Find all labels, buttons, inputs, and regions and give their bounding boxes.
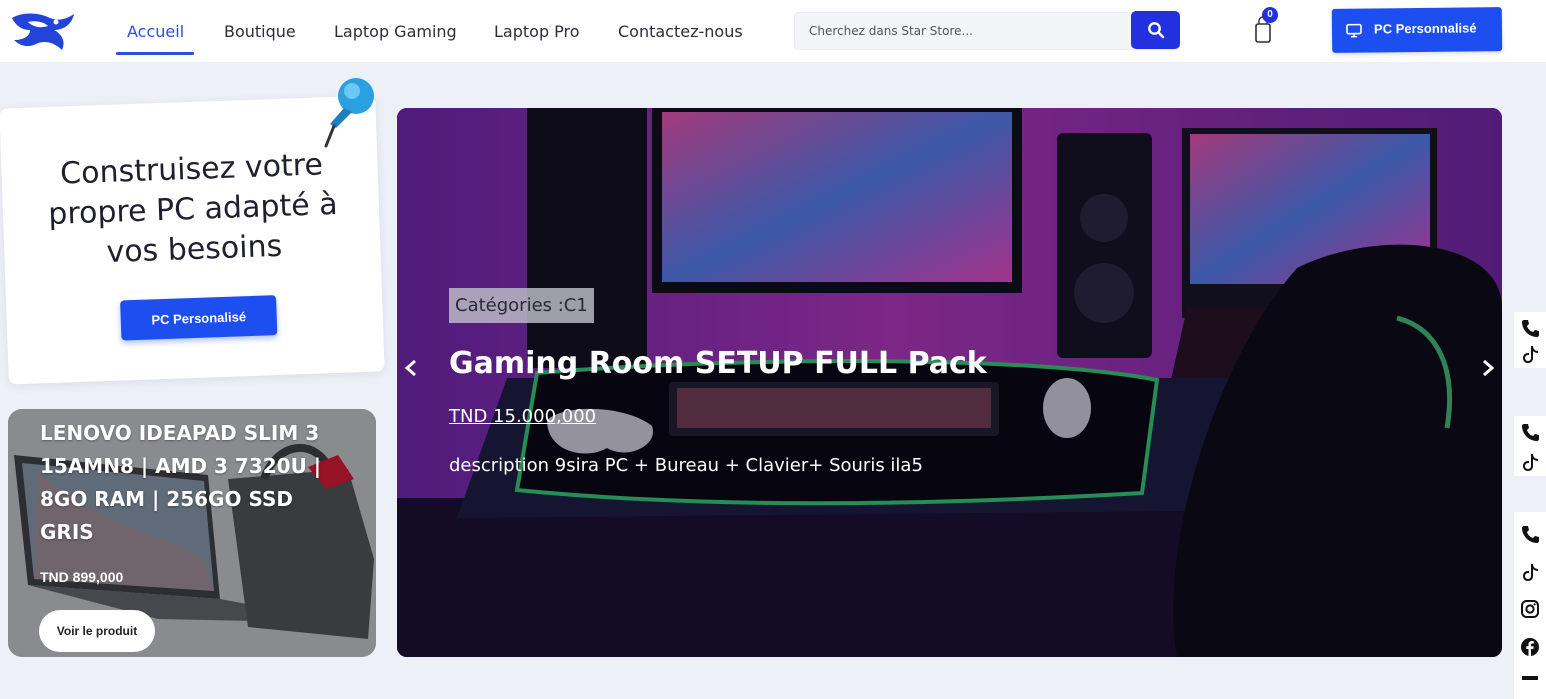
pc-personalise-button[interactable]: PC Personalisé xyxy=(120,295,278,341)
nav-laptop-pro[interactable]: Laptop Pro xyxy=(494,22,580,41)
hero-overlay xyxy=(397,108,1502,657)
search-button[interactable] xyxy=(1131,11,1180,49)
search-input[interactable] xyxy=(795,13,1131,49)
hero-slider: Catégories :C1 Gaming Room SETUP FULL Pa… xyxy=(397,108,1502,657)
phone-icon[interactable] xyxy=(1520,524,1540,544)
facebook-icon[interactable] xyxy=(1520,637,1540,657)
tiktok-icon[interactable] xyxy=(1520,562,1540,582)
hero-description: description 9sira PC + Bureau + Clavier+… xyxy=(449,455,923,476)
pc-personnalise-label: PC Personnalisé xyxy=(1373,20,1477,37)
cart-count-badge: 0 xyxy=(1262,7,1278,23)
search-icon xyxy=(1147,22,1164,39)
hero-title: Gaming Room SETUP FULL Pack xyxy=(449,346,987,381)
search-box xyxy=(794,12,1180,50)
top-navbar: Accueil Boutique Laptop Gaming Laptop Pr… xyxy=(0,0,1546,62)
tiktok-icon[interactable] xyxy=(1520,452,1540,472)
nav-boutique[interactable]: Boutique xyxy=(224,22,296,41)
nav-contactez-nous[interactable]: Contactez-nous xyxy=(618,22,743,41)
side-social-group-2 xyxy=(1514,416,1546,476)
voir-le-produit-button[interactable]: Voir le produit xyxy=(39,610,155,652)
phone-icon[interactable] xyxy=(1520,318,1540,338)
laptop-product-title: LENOVO IDEAPAD SLIM 3 15AMN8 | AMD 3 732… xyxy=(40,421,322,544)
side-social-group-3 xyxy=(1514,512,1546,699)
nav-active-indicator xyxy=(116,52,194,55)
laptop-product-card[interactable]: LENOVO IDEAPAD SLIM 3 15AMN8 | AMD 3 732… xyxy=(8,409,376,657)
star-store-logo[interactable] xyxy=(8,8,80,56)
hero-price[interactable]: TND 15.000,000 xyxy=(449,406,596,427)
nav-laptop-gaming[interactable]: Laptop Gaming xyxy=(334,22,457,41)
instagram-icon[interactable] xyxy=(1520,599,1540,619)
tiktok-icon[interactable] xyxy=(1520,344,1540,364)
side-social-group-1 xyxy=(1514,312,1546,368)
slider-next-arrow-icon[interactable] xyxy=(1474,352,1502,384)
hero-category-badge: Catégories :C1 xyxy=(449,288,594,323)
phone-icon[interactable] xyxy=(1520,422,1540,442)
pc-personnalise-button[interactable]: PC Personnalisé xyxy=(1331,7,1503,53)
monitor-icon xyxy=(1346,23,1362,38)
push-pin-icon xyxy=(324,78,374,148)
build-pc-title: Construisez votre propre PC adapté à vos… xyxy=(47,147,339,270)
slider-prev-arrow-icon[interactable] xyxy=(397,352,425,384)
nav-accueil[interactable]: Accueil xyxy=(127,22,184,41)
more-icon[interactable] xyxy=(1520,674,1540,686)
laptop-product-price: TND 899,000 xyxy=(40,569,124,585)
